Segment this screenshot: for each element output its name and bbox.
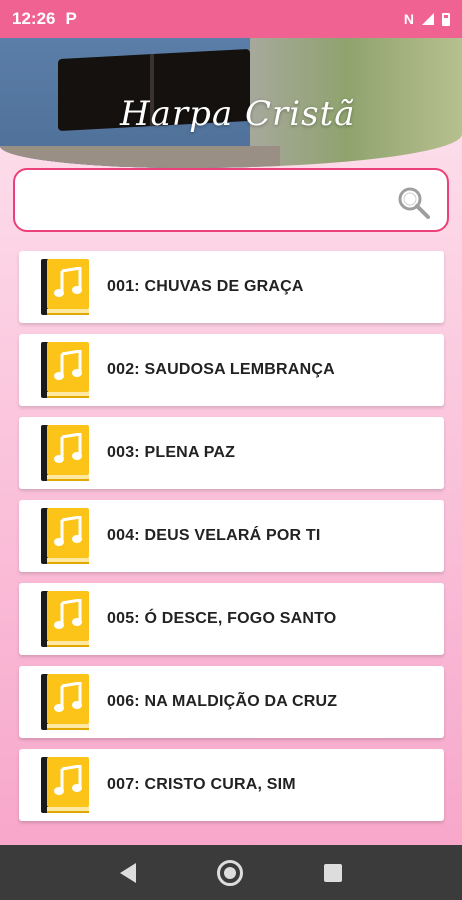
music-book-icon [41,508,89,564]
notification-icon: P [65,9,77,28]
search-icon[interactable] [397,186,431,220]
music-book-icon [41,591,89,647]
hymn-list-item[interactable]: 007: CRISTO CURA, SIM [19,749,444,821]
hymn-list-item[interactable]: 002: SAUDOSA LEMBRANÇA [19,334,444,406]
home-icon[interactable] [216,859,243,886]
navigation-bar [0,845,462,900]
banner-bench-image [0,146,280,168]
recents-icon[interactable] [323,863,342,882]
search-box[interactable] [13,168,449,232]
hymn-title: 002: SAUDOSA LEMBRANÇA [107,361,335,378]
hymn-title: 006: NA MALDIÇÃO DA CRUZ [107,693,338,710]
header-banner: Harpa Cristã [0,38,462,168]
search-input[interactable] [29,184,389,218]
music-book-icon [41,342,89,398]
hymn-list: 001: CHUVAS DE GRAÇA 002: SAUDOSA LEMBRA… [19,251,444,832]
battery-icon [442,12,450,26]
hymn-title: 001: CHUVAS DE GRAÇA [107,278,304,295]
music-book-icon [41,674,89,730]
hymn-list-item[interactable]: 004: DEUS VELARÁ POR TI [19,500,444,572]
music-book-icon [41,259,89,315]
nfc-icon: N [403,11,414,27]
status-bar: 12:26 P N [0,0,462,38]
hymn-list-item[interactable]: 001: CHUVAS DE GRAÇA [19,251,444,323]
status-icons: N [404,11,450,27]
music-book-icon [41,757,89,813]
hymn-list-item[interactable]: 003: PLENA PAZ [19,417,444,489]
hymn-list-item[interactable]: 005: Ó DESCE, FOGO SANTO [19,583,444,655]
app-title: Harpa Cristã [120,94,356,134]
signal-icon [422,13,434,25]
hymn-title: 003: PLENA PAZ [107,444,236,461]
hymn-list-item[interactable]: 006: NA MALDIÇÃO DA CRUZ [19,666,444,738]
status-time: 12:26 [12,9,56,28]
music-book-icon [41,425,89,481]
hymn-title: 007: CRISTO CURA, SIM [107,776,296,793]
back-icon[interactable] [120,862,137,883]
hymn-title: 004: DEUS VELARÁ POR TI [107,527,321,544]
hymn-title: 005: Ó DESCE, FOGO SANTO [107,610,337,627]
